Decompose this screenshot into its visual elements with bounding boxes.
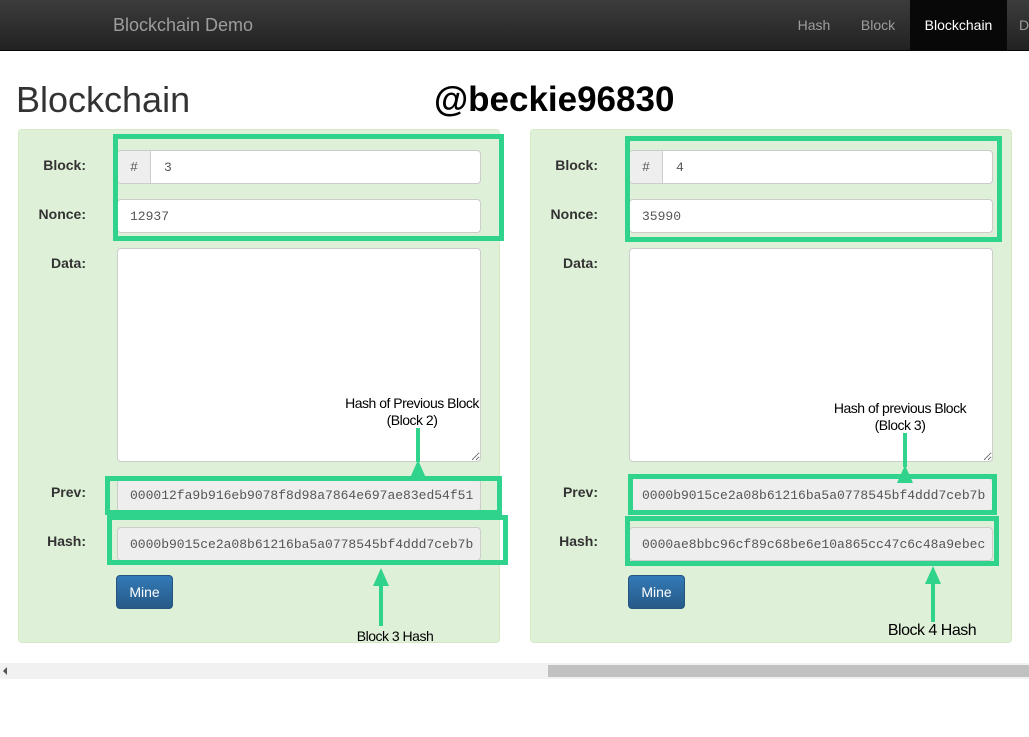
block-label: Block:	[555, 157, 598, 173]
nonce-label: Nonce:	[550, 206, 598, 222]
nonce-label: Nonce:	[38, 206, 86, 222]
highlight-prev-3	[105, 476, 502, 515]
hash-label: Hash:	[559, 533, 598, 549]
mine-button[interactable]: Mine	[116, 575, 173, 609]
horizontal-scrollbar[interactable]	[0, 663, 1029, 679]
brand-link[interactable]: Blockchain Demo	[113, 15, 253, 36]
page-title: Blockchain	[16, 79, 191, 120]
annotation-block-4-hash: Block 4 Hash	[887, 622, 977, 639]
prev-label: Prev:	[50, 484, 86, 500]
annotation-line: (Block 3)	[874, 417, 926, 433]
navbar: Blockchain Demo Hash Block Blockchain D	[0, 0, 1029, 51]
highlight-block-nonce-4	[625, 136, 1002, 242]
annotation-prev-block-3: Hash of previous Block (Block 3)	[820, 400, 980, 434]
chevron-left-icon[interactable]	[3, 667, 7, 675]
hash-label: Hash:	[47, 533, 86, 549]
data-textarea[interactable]	[117, 248, 481, 462]
scrollbar-thumb[interactable]	[548, 665, 1029, 677]
watermark: @beckie96830	[434, 80, 675, 119]
highlight-hash-3	[107, 515, 508, 565]
annotation-block-3-hash: Block 3 Hash	[356, 628, 434, 644]
highlight-prev-4	[628, 474, 997, 515]
nav-hash[interactable]: Hash	[782, 0, 846, 50]
highlight-hash-4	[625, 516, 999, 566]
block-label: Block:	[43, 157, 86, 173]
annotation-line: (Block 2)	[386, 412, 438, 428]
nav-blockchain[interactable]: Blockchain	[910, 0, 1007, 50]
annotation-prev-block-2: Hash of Previous Block (Block 2)	[332, 395, 492, 429]
data-label: Data:	[50, 255, 86, 271]
nav-distributed[interactable]: D	[1019, 0, 1029, 50]
annotation-line: Hash of previous Block	[833, 400, 967, 416]
nav-block[interactable]: Block	[846, 0, 910, 50]
mine-button[interactable]: Mine	[628, 575, 685, 609]
annotation-line: Hash of Previous Block	[345, 395, 479, 411]
prev-label: Prev:	[562, 484, 598, 500]
highlight-block-nonce-3	[113, 134, 504, 241]
data-label: Data:	[562, 255, 598, 271]
